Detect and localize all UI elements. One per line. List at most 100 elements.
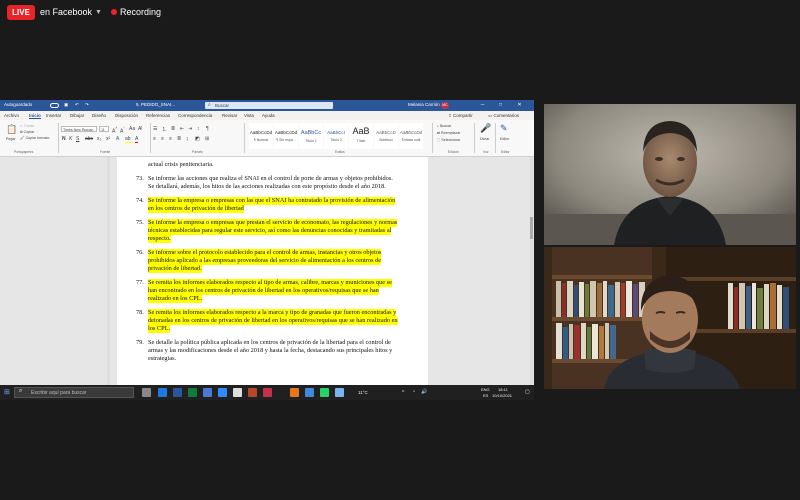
cut-button[interactable]: ✂ Cortar: [20, 124, 34, 128]
word-search-box[interactable]: Buscar: [205, 102, 333, 109]
clock-time[interactable]: 18:11: [498, 387, 508, 392]
show-formatting-icon[interactable]: ¶: [206, 126, 209, 132]
copy-button[interactable]: ⧉ Copiar: [20, 130, 34, 134]
select-button[interactable]: ⬚ Seleccionar: [437, 138, 460, 142]
style-subtle-emphasis[interactable]: AaBbCcDd Énfasis sutil: [399, 123, 423, 149]
notification-icon[interactable]: ▢: [525, 389, 530, 395]
tab-referencias[interactable]: Referencias: [146, 113, 170, 118]
format-painter-button[interactable]: 🖌 Copiar formato: [20, 136, 49, 140]
style-heading-1[interactable]: AaBbCc Título 1: [299, 123, 323, 149]
mail-icon[interactable]: [203, 388, 212, 397]
style-title[interactable]: AaB Título: [349, 123, 373, 149]
network-icon[interactable]: ◔: [412, 389, 415, 395]
word-icon[interactable]: [173, 388, 182, 397]
minimize-icon[interactable]: ─: [478, 101, 487, 110]
tab-vista[interactable]: Vista: [244, 113, 254, 118]
font-color-icon[interactable]: A: [135, 136, 139, 143]
clear-format-icon[interactable]: A̸: [138, 126, 141, 132]
paste-icon[interactable]: 📋: [6, 124, 17, 135]
maximize-icon[interactable]: □: [496, 101, 505, 110]
sort-icon[interactable]: ↕: [197, 126, 200, 132]
firefox-icon[interactable]: [290, 388, 299, 397]
redo-icon[interactable]: ↷: [85, 102, 89, 108]
tab-revisar[interactable]: Revisar: [222, 113, 237, 118]
shading-icon[interactable]: ◩: [195, 136, 200, 142]
paste-button-label[interactable]: Pegar: [6, 137, 16, 141]
tab-insertar[interactable]: Insertar: [46, 113, 61, 118]
text-effects-icon[interactable]: A: [116, 136, 119, 142]
borders-icon[interactable]: ⊞: [205, 136, 209, 142]
tab-dibujar[interactable]: Dibujar: [70, 113, 84, 118]
strikethrough-icon[interactable]: abc: [85, 136, 93, 142]
replace-button[interactable]: ⇄ Reemplazar: [437, 131, 460, 135]
tab-archivo[interactable]: Archivo: [4, 113, 19, 118]
bullets-icon[interactable]: ☰: [153, 126, 157, 132]
tab-diseno[interactable]: Diseño: [92, 113, 106, 118]
underline-icon[interactable]: S: [76, 136, 79, 142]
align-right-icon[interactable]: ≡: [169, 136, 172, 142]
increase-indent-icon[interactable]: ⇥: [188, 126, 192, 132]
participant-video-1[interactable]: [544, 104, 796, 245]
save-icon[interactable]: ▣: [64, 102, 68, 108]
dictate-label[interactable]: Dictar: [480, 137, 489, 141]
live-destination-label[interactable]: en Facebook: [40, 7, 92, 17]
editor-icon[interactable]: ✎: [500, 123, 508, 134]
highlight-icon[interactable]: ab: [125, 136, 131, 143]
subscript-icon[interactable]: x₂: [97, 136, 101, 142]
change-case-icon[interactable]: Aa: [129, 126, 135, 132]
task-view-icon[interactable]: [142, 388, 151, 397]
multilevel-list-icon[interactable]: ≣: [171, 126, 175, 132]
user-name[interactable]: Melania Carrión: [408, 102, 440, 107]
tab-correspondencia[interactable]: Correspondencia: [178, 113, 212, 118]
edge-icon[interactable]: [158, 388, 167, 397]
volume-icon[interactable]: 🔊: [421, 389, 427, 395]
align-left-icon[interactable]: ≡: [153, 136, 156, 142]
style-heading-2[interactable]: AaBbCcI Título 2: [324, 123, 348, 149]
zoom-icon[interactable]: [218, 388, 227, 397]
vertical-scrollbar[interactable]: [530, 157, 533, 390]
excel-icon[interactable]: [188, 388, 197, 397]
style-normal[interactable]: AaBbCcDd ¶ Normal: [249, 123, 273, 149]
windows-start-icon[interactable]: ⊞: [4, 388, 10, 396]
app-icon[interactable]: [263, 388, 272, 397]
undo-icon[interactable]: ↶: [75, 102, 79, 108]
close-icon[interactable]: ✕: [515, 101, 524, 110]
find-button[interactable]: ⌕ Buscar: [437, 124, 451, 128]
whatsapp-icon[interactable]: [320, 388, 329, 397]
autosave-toggle[interactable]: [50, 103, 59, 108]
style-subtitle[interactable]: AaBbCcD Subtítulo: [374, 123, 398, 149]
participant-video-2[interactable]: [544, 247, 796, 389]
grow-font-icon[interactable]: A^: [112, 126, 117, 135]
editor-label[interactable]: Editor: [500, 137, 509, 141]
document-canvas[interactable]: actual crisis penitenciaria. 73. Se inform…: [0, 157, 534, 390]
tab-disposicion[interactable]: Disposición: [115, 113, 138, 118]
temperature[interactable]: 11°C: [358, 390, 368, 395]
live-badge[interactable]: LIVE: [7, 5, 35, 20]
share-button[interactable]: ⇪ Compartir: [448, 113, 473, 119]
teams-icon[interactable]: [305, 388, 314, 397]
comments-button[interactable]: ▭ Comentarios: [488, 113, 519, 119]
font-size-select[interactable]: 11: [99, 126, 109, 132]
avatar[interactable]: MC: [441, 102, 449, 109]
input-language-secondary[interactable]: ES: [483, 393, 488, 398]
powerpoint-icon[interactable]: [248, 388, 257, 397]
superscript-icon[interactable]: x²: [106, 136, 110, 142]
scrollbar-thumb[interactable]: [530, 217, 533, 239]
style-no-spacing[interactable]: AaBbCcDd ¶ Sin espa...: [274, 123, 298, 149]
align-center-icon[interactable]: ≡: [161, 136, 164, 142]
numbering-icon[interactable]: ⒈: [162, 126, 167, 133]
tab-inicio[interactable]: Inicio: [29, 113, 41, 119]
italic-icon[interactable]: K: [69, 136, 72, 142]
line-spacing-icon[interactable]: ↨: [186, 136, 189, 142]
store-icon[interactable]: [233, 388, 242, 397]
bold-icon[interactable]: N: [62, 136, 66, 142]
font-name-select[interactable]: Times New Roman: [61, 126, 97, 132]
input-language[interactable]: ENG: [481, 387, 490, 392]
justify-icon[interactable]: ≣: [177, 136, 181, 142]
weather-icon[interactable]: [335, 388, 344, 397]
microphone-icon[interactable]: 🎤: [480, 123, 491, 134]
taskbar-search[interactable]: Escribir aquí para buscar: [14, 387, 134, 398]
decrease-indent-icon[interactable]: ⇤: [180, 126, 184, 132]
chevron-down-icon[interactable]: ▼: [93, 6, 104, 19]
tray-chevron-icon[interactable]: ^: [402, 390, 404, 396]
